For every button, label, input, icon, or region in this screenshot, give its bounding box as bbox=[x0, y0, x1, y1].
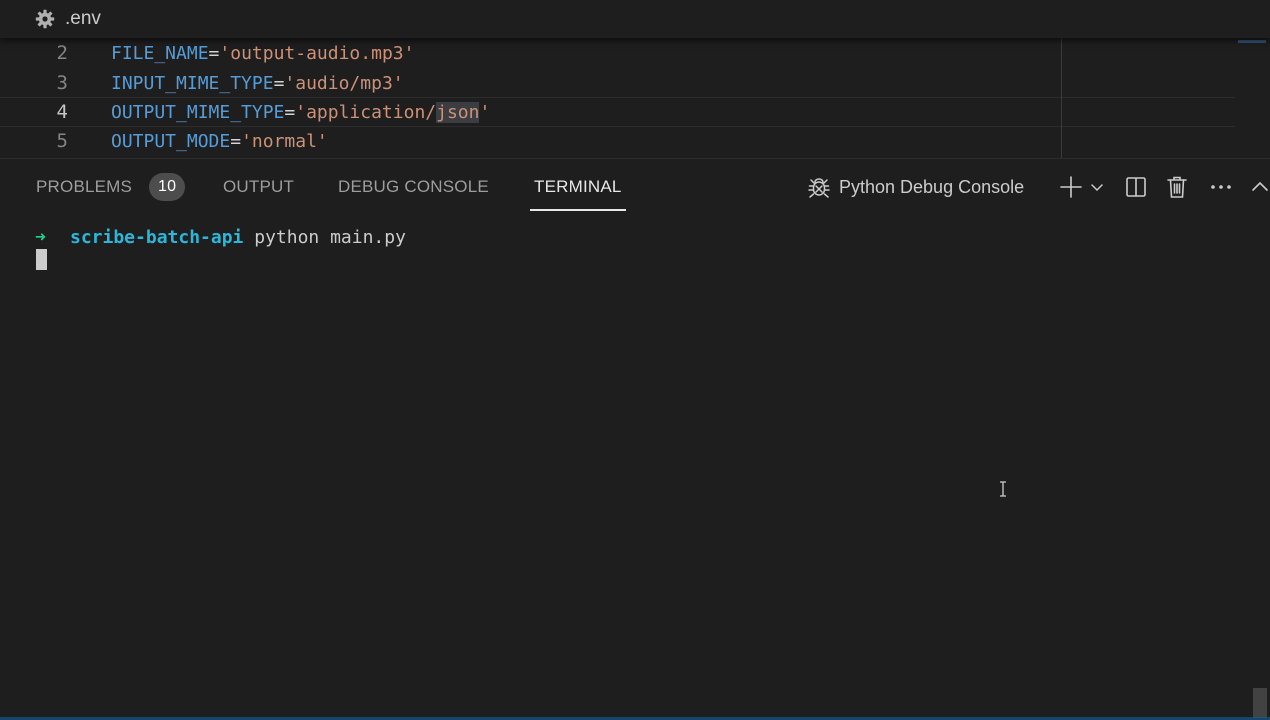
plus-icon[interactable] bbox=[1057, 173, 1085, 201]
gear-icon bbox=[35, 9, 55, 29]
terminal-name: Python Debug Console bbox=[839, 176, 1025, 197]
problems-count-badge: 10 bbox=[149, 173, 186, 201]
code-key: OUTPUT_MIME_TYPE bbox=[111, 101, 285, 123]
line-number: 5 bbox=[56, 130, 68, 152]
breadcrumb: .env bbox=[0, 0, 1270, 38]
code-text: FILE_NAME='output-audio.mp3' bbox=[111, 43, 414, 64]
bottom-panel: PROBLEMS 10 OUTPUT DEBUG CONSOLE TERMINA… bbox=[0, 158, 1270, 720]
prompt-command: python main.py bbox=[243, 227, 406, 248]
code-text: OUTPUT_MIME_TYPE='application/json' bbox=[111, 101, 491, 123]
code-value: 'normal' bbox=[241, 130, 328, 152]
tab-output[interactable]: OUTPUT bbox=[223, 159, 294, 215]
code-value: 'application/ bbox=[295, 101, 437, 123]
code-key: INPUT_MIME_TYPE bbox=[111, 72, 274, 94]
tab-problems-label: PROBLEMS bbox=[36, 177, 133, 196]
code-value: 'output-audio.mp3' bbox=[219, 42, 415, 64]
code-value: ' bbox=[479, 101, 491, 123]
terminal-selector[interactable]: Python Debug Console bbox=[805, 173, 1024, 201]
trash-icon[interactable] bbox=[1163, 173, 1191, 201]
prompt-directory: scribe-batch-api bbox=[70, 227, 244, 248]
tab-terminal[interactable]: TERMINAL bbox=[530, 159, 626, 215]
code-operator: = bbox=[273, 72, 285, 94]
code-operator: = bbox=[284, 101, 296, 123]
ibeam-cursor-icon bbox=[998, 481, 1008, 497]
panel-tabs: PROBLEMS 10 OUTPUT DEBUG CONSOLE TERMINA… bbox=[0, 159, 800, 215]
code-line[interactable]: 2 FILE_NAME='output-audio.mp3' bbox=[0, 38, 1235, 68]
tab-output-label: OUTPUT bbox=[223, 177, 295, 196]
line-number: 3 bbox=[56, 72, 68, 94]
tab-debug-console-label: DEBUG CONSOLE bbox=[338, 177, 489, 196]
line-number: 2 bbox=[56, 42, 68, 64]
code-line-current[interactable]: 4 OUTPUT_MIME_TYPE='application/json' bbox=[0, 97, 1235, 127]
code-text: OUTPUT_MODE='normal' bbox=[111, 131, 328, 152]
code-line[interactable]: 5 OUTPUT_MODE='normal' bbox=[0, 126, 1235, 156]
vscode-window: .env 2 FILE_NAME='output-audio.mp3' 3 IN… bbox=[0, 0, 1270, 720]
ellipsis-icon[interactable] bbox=[1207, 173, 1235, 201]
code-operator: = bbox=[230, 130, 242, 152]
code-editor[interactable]: 2 FILE_NAME='output-audio.mp3' 3 INPUT_M… bbox=[0, 38, 1270, 158]
terminal-output[interactable]: ➜ scribe-batch-api python main.py bbox=[0, 215, 1270, 720]
tab-terminal-label: TERMINAL bbox=[534, 177, 622, 196]
code-key: FILE_NAME bbox=[111, 42, 209, 64]
chevron-down-icon[interactable] bbox=[1085, 173, 1109, 201]
prompt-arrow: ➜ bbox=[35, 227, 46, 248]
code-operator: = bbox=[208, 42, 220, 64]
code-value-highlight: json bbox=[436, 101, 480, 123]
minimap-line bbox=[1238, 40, 1266, 43]
terminal-prompt-line: ➜ scribe-batch-api python main.py bbox=[35, 227, 406, 248]
terminal-cursor bbox=[36, 249, 47, 270]
split-icon[interactable] bbox=[1122, 173, 1150, 201]
terminal-scrollbar[interactable] bbox=[1253, 688, 1267, 718]
minimap[interactable] bbox=[1236, 38, 1270, 158]
tab-problems[interactable]: PROBLEMS 10 bbox=[36, 159, 186, 215]
breadcrumb-file-name[interactable]: .env bbox=[65, 8, 101, 30]
code-line[interactable]: 3 INPUT_MIME_TYPE='audio/mp3' bbox=[0, 68, 1235, 98]
tab-debug-console[interactable]: DEBUG CONSOLE bbox=[338, 159, 489, 215]
line-number: 4 bbox=[56, 101, 68, 123]
panel-actions: Python Debug Console bbox=[805, 159, 1270, 215]
bug-icon bbox=[805, 173, 833, 201]
chevron-up-icon[interactable] bbox=[1250, 173, 1270, 201]
code-text: INPUT_MIME_TYPE='audio/mp3' bbox=[111, 73, 404, 94]
code-key: OUTPUT_MODE bbox=[111, 130, 231, 152]
editor-ruler bbox=[1061, 38, 1062, 158]
code-value: 'audio/mp3' bbox=[284, 72, 404, 94]
